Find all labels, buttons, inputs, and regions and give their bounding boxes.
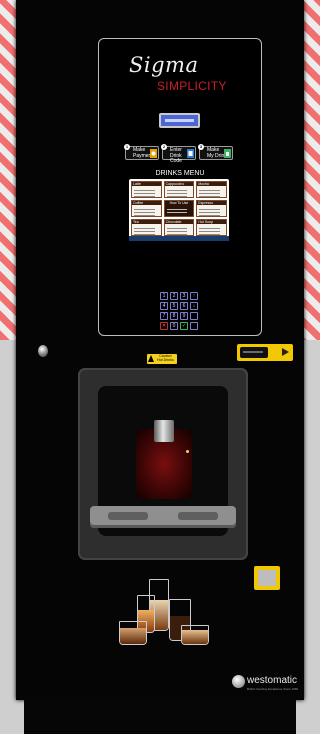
key-7[interactable]: 7: [160, 312, 168, 320]
caution-label: Caution Hot Drinks: [147, 354, 177, 364]
menu-footer-bar: [129, 236, 229, 241]
menu-card-title: Chocolate: [164, 220, 194, 224]
menu-card-title: Coffee: [132, 201, 161, 205]
coin-reject-button[interactable]: [254, 566, 280, 590]
brand-logo: Sigma SIMPLICITY: [129, 53, 249, 93]
menu-card-title: Hot Soup: [197, 220, 226, 224]
key-6[interactable]: 6: [180, 302, 188, 310]
front-panel: Sigma SIMPLICITY 1 Make Payment 2 Enter …: [98, 38, 262, 336]
drinks-menu-title: DRINKS MENU: [155, 170, 205, 177]
step-instructions: 1 Make Payment 2 Enter Drink Code 3 Make…: [124, 144, 235, 164]
drinks-menu-board: Latte Cappuccino Mocha Coffee How To Use…: [129, 179, 229, 241]
menu-card-title: Mocha: [197, 182, 226, 186]
menu-card-how-to-use: How To Use: [163, 200, 195, 217]
key-9[interactable]: 9: [180, 312, 188, 320]
key-extra-2[interactable]: [190, 322, 198, 330]
arrow-icon: [282, 348, 289, 356]
caution-text: Caution Hot Drinks: [157, 354, 174, 363]
key-5[interactable]: 5: [170, 302, 178, 310]
key-1[interactable]: 1: [160, 292, 168, 300]
tray-slot: [178, 512, 218, 520]
door-lock-icon[interactable]: [38, 345, 48, 357]
drinks-menu-grid: Latte Cappuccino Mocha Coffee How To Use…: [131, 181, 227, 236]
brand-name-simplicity: SIMPLICITY: [157, 79, 227, 93]
key-2[interactable]: 2: [170, 292, 178, 300]
key-down[interactable]: ↓: [190, 302, 198, 310]
westomatic-logo: westomatic British Vending Excellence Si…: [232, 673, 302, 693]
menu-card-tea: Tea: [131, 219, 162, 236]
key-0[interactable]: 0: [170, 322, 178, 330]
drink-keypad: 1 2 3 ↑ 4 5 6 ↓ 7 8 9 ✕ 0 ✓: [160, 292, 200, 332]
menu-card-title: Tea: [132, 220, 161, 224]
keypad-icon: [187, 149, 194, 158]
menu-card-title: How To Use: [169, 201, 189, 205]
coin-slot[interactable]: [237, 344, 293, 361]
menu-card-latte: Latte: [131, 181, 162, 198]
key-8[interactable]: 8: [170, 312, 178, 320]
menu-card-chocolate: Chocolate: [163, 219, 195, 236]
menu-card-hot-soup: Hot Soup: [196, 219, 227, 236]
logo-tagline: British Vending Excellence Since 1966: [247, 687, 299, 691]
step-enter-drink-code: 2 Enter Drink Code: [161, 144, 196, 164]
warning-icon: [148, 355, 154, 362]
step-number: 3: [198, 144, 204, 150]
menu-card-title: Latte: [132, 182, 161, 186]
tray-slot: [108, 512, 148, 520]
menu-card-coffee: Coffee: [131, 200, 162, 217]
cup-icon: [119, 621, 147, 645]
menu-card-cappuccino: Cappuccino: [163, 181, 195, 198]
logo-mark-icon: [232, 675, 245, 688]
step-number: 2: [161, 144, 167, 150]
menu-card-mocha: Mocha: [196, 181, 227, 198]
brand-name-sigma: Sigma: [129, 53, 199, 77]
step-number: 1: [124, 144, 130, 150]
step-make-my-drink: 3 Make My Drink: [198, 144, 233, 160]
vending-machine: Sigma SIMPLICITY 1 Make Payment 2 Enter …: [16, 0, 304, 700]
key-up[interactable]: ↑: [190, 292, 198, 300]
menu-card-title: Cappuccino: [164, 182, 194, 186]
menu-card-title: Espresso: [197, 201, 226, 205]
coffee-cups-illustration: [115, 575, 211, 667]
machine-base: [24, 698, 296, 734]
key-ok[interactable]: ✓: [180, 322, 188, 330]
cup-dispense-bay: [78, 368, 248, 560]
key-extra[interactable]: [190, 312, 198, 320]
key-3[interactable]: 3: [180, 292, 188, 300]
coin-icon: [150, 149, 157, 158]
step-make-payment: 1 Make Payment: [124, 144, 159, 160]
cup-icon: [181, 625, 209, 645]
key-cancel[interactable]: ✕: [160, 322, 168, 330]
dispense-nozzle: [154, 420, 174, 442]
bay-indicator-light: [186, 450, 189, 453]
logo-name: westomatic: [247, 675, 298, 686]
key-4[interactable]: 4: [160, 302, 168, 310]
cup-icon: [224, 149, 231, 158]
menu-card-espresso: Espresso: [196, 200, 227, 217]
lcd-display: [159, 113, 200, 128]
caution-line2: Hot Drinks: [157, 357, 174, 362]
drip-tray: [90, 506, 236, 528]
